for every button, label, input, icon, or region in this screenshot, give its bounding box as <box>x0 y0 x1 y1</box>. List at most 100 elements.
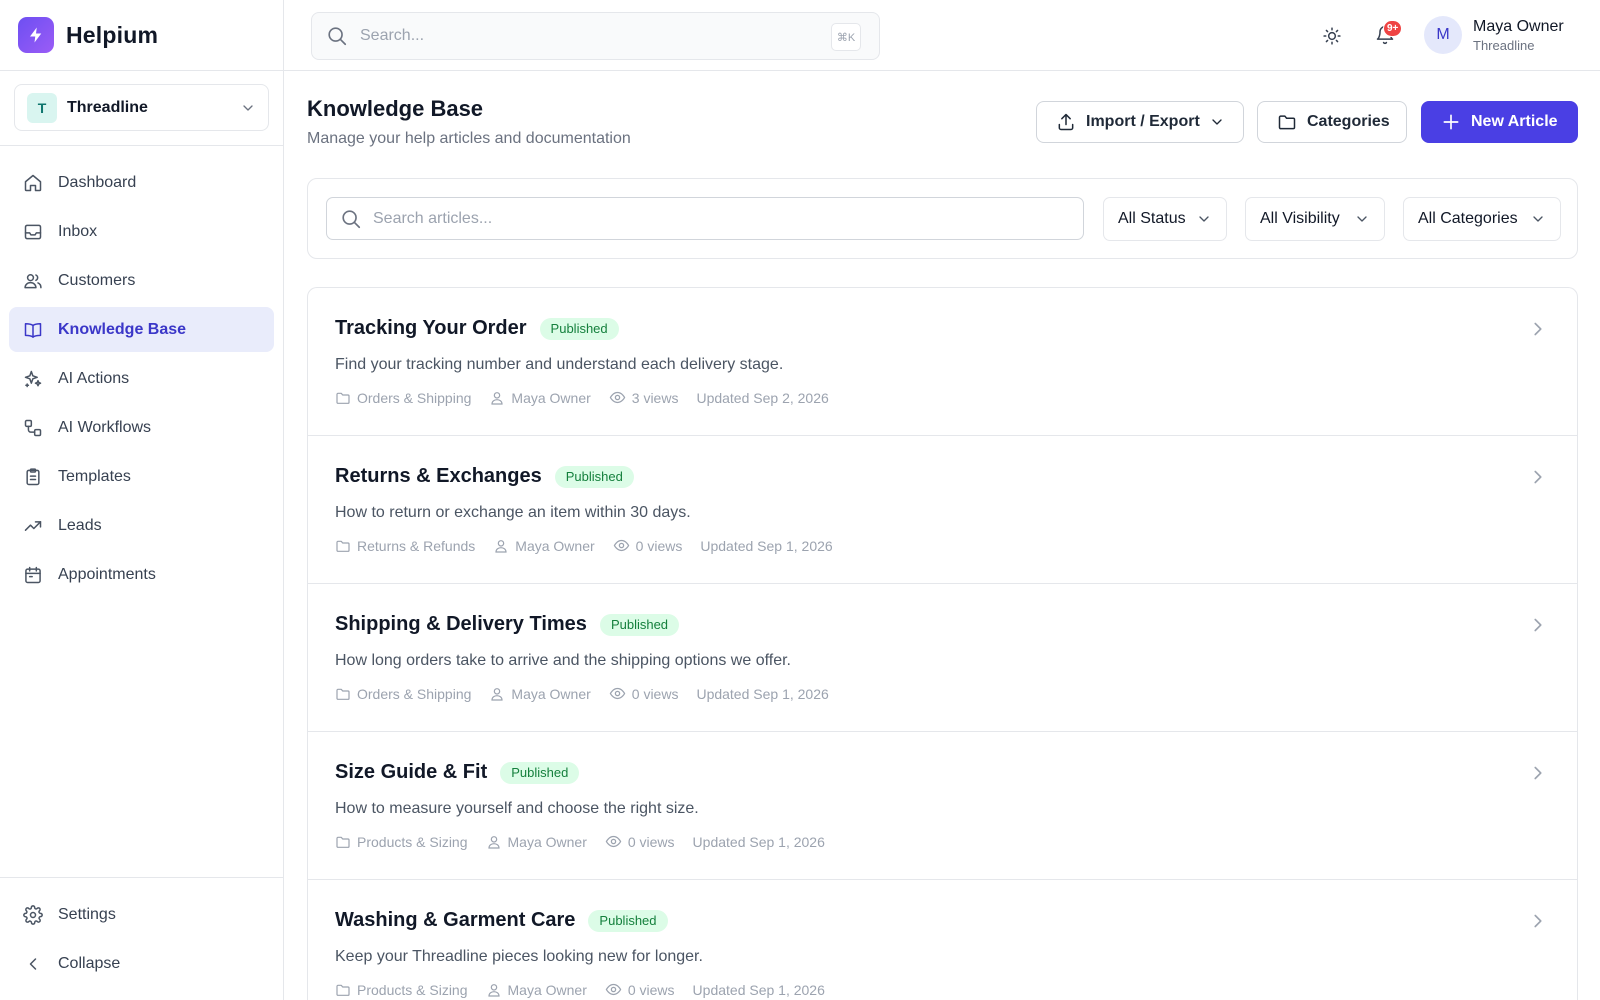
book-icon <box>24 322 42 338</box>
article-updated: Updated Sep 1, 2026 <box>696 685 829 702</box>
article-search-input[interactable] <box>373 209 1053 228</box>
upload-icon <box>1058 113 1074 131</box>
status-filter-select[interactable]: All Status <box>1103 197 1227 241</box>
status-badge: Published <box>554 465 634 488</box>
sidebar-item-label: Settings <box>58 905 116 923</box>
sidebar-item-templates[interactable]: Templates <box>9 454 274 499</box>
article-search[interactable] <box>326 197 1084 240</box>
sparkles-icon <box>24 370 42 387</box>
article-author: Maya Owner <box>515 537 595 554</box>
visibility-filter-select[interactable]: All Visibility <box>1245 197 1385 241</box>
categories-filter-select[interactable]: All Categories <box>1403 197 1561 241</box>
user-org: Threadline <box>1473 37 1535 53</box>
article-row[interactable]: Size Guide & Fit Published How to measur… <box>308 732 1577 880</box>
brand: Helpium <box>0 0 283 71</box>
org-name: Threadline <box>67 98 148 116</box>
import-export-button[interactable]: Import / Export <box>1036 101 1244 143</box>
chevron-right-icon <box>1534 766 1542 780</box>
article-updated: Updated Sep 1, 2026 <box>692 833 825 850</box>
sidebar-item-knowledge-base[interactable]: Knowledge Base <box>9 307 274 352</box>
article-views: 0 views <box>631 685 679 702</box>
folder-icon <box>336 540 350 552</box>
sidebar-item-ai-workflows[interactable]: AI Workflows <box>9 405 274 450</box>
collapse-sidebar-button[interactable]: Collapse <box>9 941 274 986</box>
notification-badge: 9+ <box>1383 20 1403 37</box>
page-subtitle: Manage your help articles and documentat… <box>307 130 631 147</box>
sidebar-item-label: Dashboard <box>58 173 137 191</box>
topbar: ⌘K 9+ M Maya Owner Threadline <box>284 0 1600 71</box>
sidebar-item-inbox[interactable]: Inbox <box>9 209 274 254</box>
article-meta: Orders & Shipping Maya Owner 3 views Upd… <box>335 389 847 406</box>
org-avatar: T <box>27 92 57 123</box>
sidebar-item-dashboard[interactable]: Dashboard <box>9 160 274 205</box>
article-author: Maya Owner <box>511 389 591 406</box>
article-author: Maya Owner <box>511 685 591 702</box>
eye-icon <box>613 539 629 552</box>
new-article-button[interactable]: New Article <box>1421 101 1578 143</box>
article-row[interactable]: Returns & Exchanges Published How to ret… <box>308 436 1577 584</box>
sidebar-item-label: Inbox <box>58 222 98 240</box>
article-description: Keep your Threadline pieces looking new … <box>335 948 703 965</box>
article-updated: Updated Sep 1, 2026 <box>700 537 833 554</box>
article-description: How to measure yourself and choose the r… <box>335 800 699 817</box>
user-icon <box>495 539 507 553</box>
article-title: Size Guide & Fit <box>335 761 488 783</box>
categories-button[interactable]: Categories <box>1257 101 1407 143</box>
sidebar-item-ai-actions[interactable]: AI Actions <box>9 356 274 401</box>
filters-bar: All Status All Visibility All Categories <box>307 178 1578 259</box>
org-switcher[interactable]: T Threadline <box>14 84 269 131</box>
article-title: Shipping & Delivery Times <box>335 613 587 635</box>
theme-toggle-button[interactable] <box>1317 21 1347 51</box>
chevron-right-icon <box>1534 470 1542 484</box>
sidebar-item-label: Templates <box>58 467 131 485</box>
article-row[interactable]: Tracking Your Order Published Find your … <box>308 288 1577 436</box>
sidebar-item-label: Customers <box>58 271 136 289</box>
article-views: 0 views <box>627 981 675 998</box>
sidebar-item-appointments[interactable]: Appointments <box>9 552 274 597</box>
shortcut-hint: ⌘K <box>831 23 861 51</box>
brand-name: Helpium <box>66 21 159 48</box>
visibility-filter-value: All Visibility <box>1260 210 1340 227</box>
article-views: 0 views <box>627 833 675 850</box>
users-icon <box>24 273 42 288</box>
search-icon <box>342 209 361 228</box>
chevron-down-icon <box>1533 216 1543 222</box>
search-icon <box>328 27 347 46</box>
eye-icon <box>605 983 622 996</box>
import-export-label: Import / Export <box>1086 113 1200 130</box>
sidebar-item-leads[interactable]: Leads <box>9 503 274 548</box>
status-badge: Published <box>588 909 668 932</box>
workflow-icon <box>24 419 42 436</box>
user-icon <box>487 835 500 849</box>
user-menu[interactable]: M Maya Owner Threadline <box>1424 16 1564 54</box>
sidebar-nav: Dashboard Inbox Customers Knowledge Base… <box>0 146 283 597</box>
article-meta: Products & Sizing Maya Owner 0 views Upd… <box>335 833 843 850</box>
article-meta: Returns & Refunds Maya Owner 0 views Upd… <box>335 537 851 554</box>
eye-icon <box>609 687 626 700</box>
bolt-logo-icon <box>18 17 54 53</box>
sidebar: Helpium T Threadline Dashboard Inbox Cus… <box>0 0 284 1000</box>
article-row[interactable]: Washing & Garment Care Published Keep yo… <box>308 880 1577 1000</box>
article-category: Products & Sizing <box>357 833 468 850</box>
global-search[interactable]: ⌘K <box>311 12 880 60</box>
clipboard-icon <box>26 467 40 485</box>
article-row[interactable]: Shipping & Delivery Times Published How … <box>308 584 1577 732</box>
sidebar-item-label: Collapse <box>58 954 121 972</box>
article-category: Orders & Shipping <box>357 389 472 406</box>
chevron-right-icon <box>1534 914 1542 928</box>
chevron-down-icon <box>1199 216 1209 222</box>
global-search-input[interactable] <box>360 27 800 45</box>
article-list: Tracking Your Order Published Find your … <box>307 287 1578 1000</box>
page-title: Knowledge Base <box>307 96 484 121</box>
chevron-right-icon <box>1534 322 1542 336</box>
article-author: Maya Owner <box>507 981 587 998</box>
sidebar-item-settings[interactable]: Settings <box>9 892 274 937</box>
sidebar-item-customers[interactable]: Customers <box>9 258 274 303</box>
article-title: Returns & Exchanges <box>335 465 542 487</box>
user-icon <box>487 983 500 997</box>
categories-label: Categories <box>1307 113 1390 130</box>
sidebar-item-label: Leads <box>58 516 102 534</box>
inbox-icon <box>24 224 42 239</box>
article-category: Products & Sizing <box>357 981 468 998</box>
eye-icon <box>609 391 626 404</box>
